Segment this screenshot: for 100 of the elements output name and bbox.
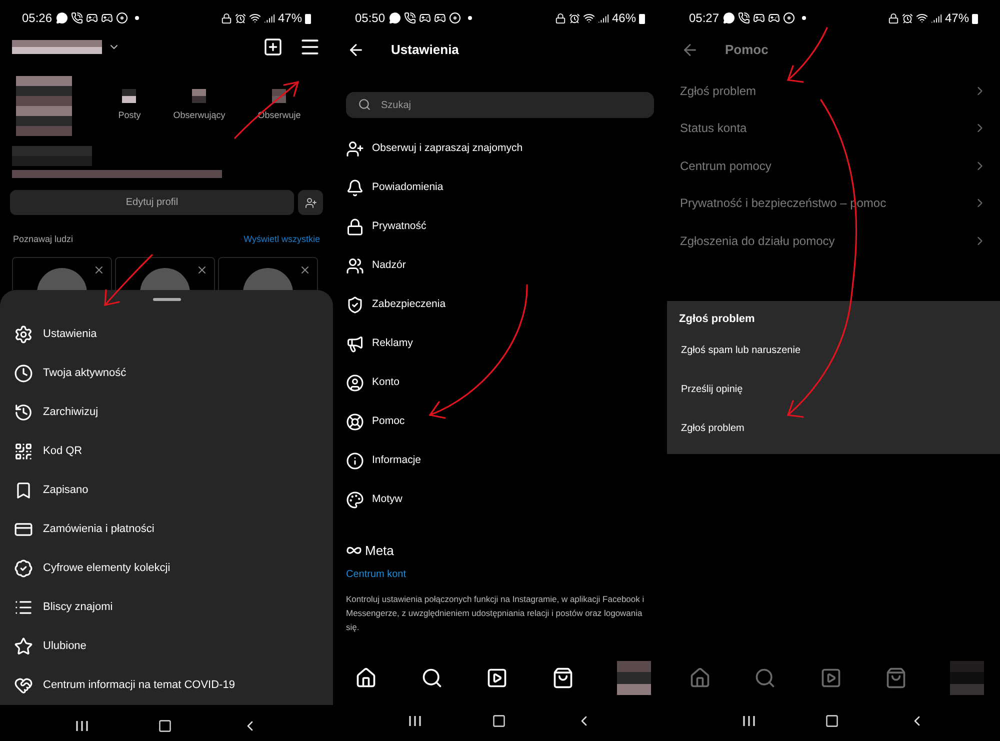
phone-icon bbox=[738, 12, 750, 24]
dot-icon bbox=[802, 16, 806, 20]
settings-item[interactable]: Obserwuj i zapraszaj znajomych bbox=[346, 129, 654, 168]
chat-bubble-icon bbox=[56, 12, 68, 24]
recent-apps-icon[interactable] bbox=[742, 714, 756, 726]
dot-icon bbox=[468, 16, 472, 20]
user-plus-icon bbox=[346, 140, 364, 158]
lifebuoy-icon bbox=[346, 412, 364, 430]
home-button-icon[interactable] bbox=[158, 718, 172, 732]
shopping-bag-icon[interactable] bbox=[552, 667, 574, 689]
phone-icon bbox=[71, 12, 84, 24]
stat-label: Obserwuje bbox=[258, 109, 301, 122]
battery-percent: 46% bbox=[612, 10, 636, 27]
phone-icon bbox=[404, 12, 416, 24]
annotation-arrow bbox=[786, 27, 828, 83]
dot-icon bbox=[135, 16, 140, 20]
status-time: 05:27 bbox=[689, 10, 720, 27]
help-item[interactable]: Status konta bbox=[680, 110, 987, 147]
stat-label: Posty bbox=[118, 109, 141, 122]
search-icon[interactable] bbox=[420, 667, 442, 689]
menu-item[interactable]: Zapisano bbox=[14, 471, 319, 510]
lock-icon bbox=[888, 12, 899, 24]
accounts-center-link[interactable]: Centrum kont bbox=[333, 566, 667, 582]
search-field[interactable]: Szukaj bbox=[346, 92, 654, 118]
menu-item[interactable]: Kod QR bbox=[14, 432, 319, 471]
gamepad-icon bbox=[753, 12, 766, 24]
help-item[interactable]: Centrum pomocy bbox=[680, 147, 987, 184]
logo-text: Meta bbox=[365, 542, 394, 560]
settings-item[interactable]: Motyw bbox=[346, 480, 654, 519]
battery-icon bbox=[639, 12, 645, 24]
menu-item[interactable]: Twoja aktywność bbox=[14, 354, 319, 393]
infinity-icon bbox=[346, 546, 362, 556]
close-icon[interactable] bbox=[93, 264, 105, 276]
sheet-option[interactable]: Zgłoś spam lub naruszenie bbox=[679, 330, 988, 370]
alarm-icon bbox=[234, 12, 246, 24]
settings-item[interactable]: Pomoc bbox=[346, 402, 654, 441]
settings-item[interactable]: Powiadomienia bbox=[346, 168, 654, 207]
status-time: 05:50 bbox=[355, 10, 386, 27]
palette-icon bbox=[346, 490, 364, 508]
megaphone-icon bbox=[346, 334, 364, 352]
edit-profile-button[interactable]: Edytuj profil bbox=[10, 190, 294, 215]
close-icon[interactable] bbox=[196, 264, 208, 276]
pixelated-avatar bbox=[16, 76, 72, 136]
add-friend-button[interactable] bbox=[298, 190, 323, 215]
section-title: Poznawaj ludzi bbox=[13, 233, 74, 246]
settings-item[interactable]: Konto bbox=[346, 363, 654, 402]
menu-item[interactable]: Zarchiwizuj bbox=[14, 393, 319, 432]
help-item[interactable]: Zgłoszenia do działu pomocy bbox=[680, 222, 987, 260]
pixelated-count bbox=[192, 89, 206, 104]
lock-icon bbox=[220, 12, 232, 24]
settings-item[interactable]: Reklamy bbox=[346, 324, 654, 363]
alarm-icon bbox=[568, 12, 580, 24]
star-icon bbox=[14, 637, 33, 656]
sheet-title: Zgłoś problem bbox=[679, 312, 756, 328]
badge-check-icon bbox=[14, 559, 33, 578]
lock-icon bbox=[346, 218, 364, 236]
menu-item[interactable]: Ulubione bbox=[14, 627, 319, 666]
menu-item[interactable]: Zamówienia i płatności bbox=[14, 510, 319, 549]
see-all-link[interactable]: Wyświetl wszystkie bbox=[244, 233, 320, 246]
battery-percent: 47% bbox=[278, 10, 302, 27]
settings-item[interactable]: Prywatność bbox=[346, 207, 654, 246]
disc-icon bbox=[116, 12, 128, 24]
recent-apps-icon[interactable] bbox=[408, 714, 422, 726]
recent-apps-icon[interactable] bbox=[74, 720, 89, 732]
menu-item[interactable]: Bliscy znajomi bbox=[14, 588, 319, 627]
settings-item[interactable]: Nadzór bbox=[346, 246, 654, 285]
home-button-icon[interactable] bbox=[492, 714, 506, 728]
chat-bubble-icon bbox=[389, 12, 402, 24]
bell-icon bbox=[346, 178, 364, 196]
menu-item[interactable]: Ustawienia bbox=[14, 315, 319, 354]
sheet-handle[interactable] bbox=[152, 298, 180, 301]
pixelated-avatar bbox=[950, 661, 984, 695]
settings-item[interactable]: Zabezpieczenia bbox=[346, 285, 654, 324]
screen-title: Pomoc bbox=[725, 41, 768, 60]
battery-icon bbox=[972, 12, 978, 24]
settings-item[interactable]: Informacje bbox=[346, 441, 654, 480]
lock-icon bbox=[554, 12, 566, 24]
history-icon bbox=[14, 403, 33, 422]
sheet-option[interactable]: Zgłoś problem bbox=[679, 408, 988, 448]
users-icon bbox=[346, 256, 364, 274]
menu-item[interactable]: Centrum informacji na temat COVID-19 bbox=[14, 666, 319, 705]
info-icon bbox=[346, 452, 364, 470]
pixelated-count bbox=[122, 89, 136, 104]
close-icon[interactable] bbox=[299, 264, 311, 276]
gamepad-icon bbox=[101, 12, 114, 24]
bookmark-icon bbox=[14, 481, 33, 500]
battery-percent: 47% bbox=[944, 10, 969, 27]
pixelated-avatar bbox=[617, 661, 651, 695]
credit-card-icon bbox=[14, 520, 33, 539]
heart-handshake-icon bbox=[14, 676, 33, 695]
add-post-icon[interactable] bbox=[263, 37, 283, 57]
screen-title: Ustawienia bbox=[391, 41, 459, 60]
alarm-icon bbox=[902, 12, 913, 24]
help-item[interactable]: Zgłoś problem bbox=[680, 72, 987, 110]
menu-item[interactable]: Cyfrowe elementy kolekcji bbox=[14, 549, 319, 588]
home-button-icon[interactable] bbox=[825, 714, 840, 728]
annotation-arrow bbox=[234, 80, 300, 139]
disc-icon bbox=[449, 12, 462, 24]
list-icon bbox=[14, 598, 33, 617]
sheet-option[interactable]: Prześlij opinię bbox=[679, 370, 988, 408]
